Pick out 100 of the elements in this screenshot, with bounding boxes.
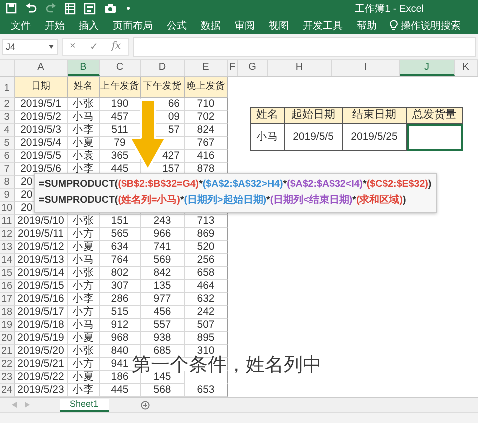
table-cell: 2019/5/13 (15, 254, 68, 267)
table-cell: 2019/5/19 (15, 332, 68, 345)
row-number[interactable]: 8 (0, 176, 15, 189)
ribbon-tab[interactable]: 开发工具 (296, 18, 350, 34)
add-sheet-icon[interactable] (140, 400, 150, 410)
table-cell: 256 (185, 254, 228, 267)
table-cell: 741 (141, 241, 185, 254)
header-cell: 总发货量 (407, 108, 463, 124)
table-cell: 842 (141, 267, 185, 280)
ribbon-tab[interactable]: 开始 (38, 18, 72, 34)
table-cell: 小李 (68, 293, 100, 306)
row-number[interactable]: 6 (0, 150, 15, 163)
ribbon-tab[interactable]: 数据 (194, 18, 228, 34)
column-header[interactable]: E (185, 60, 228, 76)
table-icon[interactable] (65, 2, 76, 14)
table-cell: 2019/5/5 (285, 124, 343, 151)
row-number[interactable]: 13 (0, 241, 15, 254)
row-number[interactable]: 24 (0, 384, 15, 397)
header-cell: 上午发货 (100, 77, 141, 98)
header-cell: 结束日期 (343, 108, 407, 124)
table-cell: 764 (100, 254, 141, 267)
row-number[interactable]: 3 (0, 111, 15, 124)
table-cell: 2019/5/18 (15, 319, 68, 332)
table-cell: 小夏 (68, 371, 100, 384)
undo-icon[interactable] (25, 3, 38, 14)
table-cell: 243 (141, 215, 185, 228)
ribbon-tab[interactable]: 视图 (262, 18, 296, 34)
ribbon-tab[interactable]: 帮助 (350, 18, 384, 34)
row-number[interactable]: 12 (0, 228, 15, 241)
table-cell: 小张 (68, 98, 100, 111)
cancel-button[interactable]: × (63, 41, 83, 52)
column-header[interactable]: J (400, 60, 455, 76)
header-cell: 日期 (15, 77, 68, 98)
table-cell: 632 (185, 293, 228, 306)
row-number[interactable]: 23 (0, 371, 15, 384)
search-field[interactable]: 操作说明搜索 (388, 18, 463, 34)
table-cell: 977 (141, 293, 185, 306)
column-header[interactable]: B (68, 60, 100, 76)
table-cell: 小张 (68, 345, 100, 358)
name-box[interactable]: J4 (2, 38, 58, 54)
sheet-tab[interactable]: Sheet1 (60, 398, 109, 412)
row-number[interactable]: 19 (0, 319, 15, 332)
lightbulb-icon (390, 20, 398, 31)
row-number[interactable]: 20 (0, 332, 15, 345)
header-cell: 起始日期 (285, 108, 343, 124)
ribbon-tab[interactable]: 页面布局 (106, 18, 160, 34)
table-cell: 702 (185, 111, 228, 124)
row-number[interactable]: 5 (0, 137, 15, 150)
table-cell: 小马 (68, 111, 100, 124)
save-icon[interactable] (6, 3, 17, 14)
row-number[interactable]: 9 (0, 189, 15, 202)
row-number[interactable]: 17 (0, 293, 15, 306)
table-cell: 2019/5/10 (15, 215, 68, 228)
table-cell: 2019/5/4 (15, 137, 68, 150)
row-number[interactable]: 22 (0, 358, 15, 371)
column-header[interactable]: D (141, 60, 185, 76)
formula-input[interactable] (133, 36, 476, 56)
table-cell: 小马 (68, 254, 100, 267)
table-cell: 小马 (251, 124, 285, 151)
ribbon-tab[interactable]: 文件 (4, 18, 38, 34)
row-number[interactable]: 18 (0, 306, 15, 319)
ribbon-tab[interactable]: 插入 (72, 18, 106, 34)
row-number[interactable]: 16 (0, 280, 15, 293)
table-cell: 小方 (68, 358, 100, 371)
dropdown-icon[interactable] (125, 5, 132, 12)
row-number[interactable]: 2 (0, 98, 15, 111)
row-number[interactable]: 1 (0, 77, 15, 98)
table-cell: 464 (185, 280, 228, 293)
camera-icon[interactable] (104, 3, 117, 14)
row-number[interactable]: 15 (0, 267, 15, 280)
table-cell: 小方 (68, 280, 100, 293)
row-number[interactable]: 21 (0, 345, 15, 358)
column-header[interactable]: G (238, 60, 268, 76)
form-icon[interactable] (84, 2, 96, 14)
column-header[interactable]: C (100, 60, 141, 76)
table-cell: 2019/5/16 (15, 293, 68, 306)
table-cell: 2019/5/25 (343, 124, 407, 151)
row-number[interactable]: 11 (0, 215, 15, 228)
row-number[interactable]: 14 (0, 254, 15, 267)
column-header[interactable]: H (268, 60, 332, 76)
row-number[interactable]: 10 (0, 202, 15, 215)
table-cell: 小袁 (68, 150, 100, 163)
column-header[interactable]: K (455, 60, 478, 76)
header-cell: 姓名 (251, 108, 285, 124)
table-cell: 小张 (68, 215, 100, 228)
ribbon-tab[interactable]: 审阅 (228, 18, 262, 34)
row-number[interactable]: 7 (0, 163, 15, 176)
table-cell: 小张 (68, 267, 100, 280)
table-cell: 2019/5/5 (15, 150, 68, 163)
table-cell: 小方 (68, 228, 100, 241)
enter-button[interactable]: ✓ (82, 40, 105, 52)
table-cell: 767 (185, 137, 228, 150)
row-number[interactable]: 4 (0, 124, 15, 137)
table-cell: 565 (100, 228, 141, 241)
ribbon-tab[interactable]: 公式 (160, 18, 194, 34)
insert-function-button[interactable]: fx (104, 41, 128, 52)
table-cell: 658 (185, 267, 228, 280)
table-cell: 2019/5/14 (15, 267, 68, 280)
caret-icon[interactable] (49, 44, 54, 48)
column-header[interactable]: F (228, 60, 238, 76)
